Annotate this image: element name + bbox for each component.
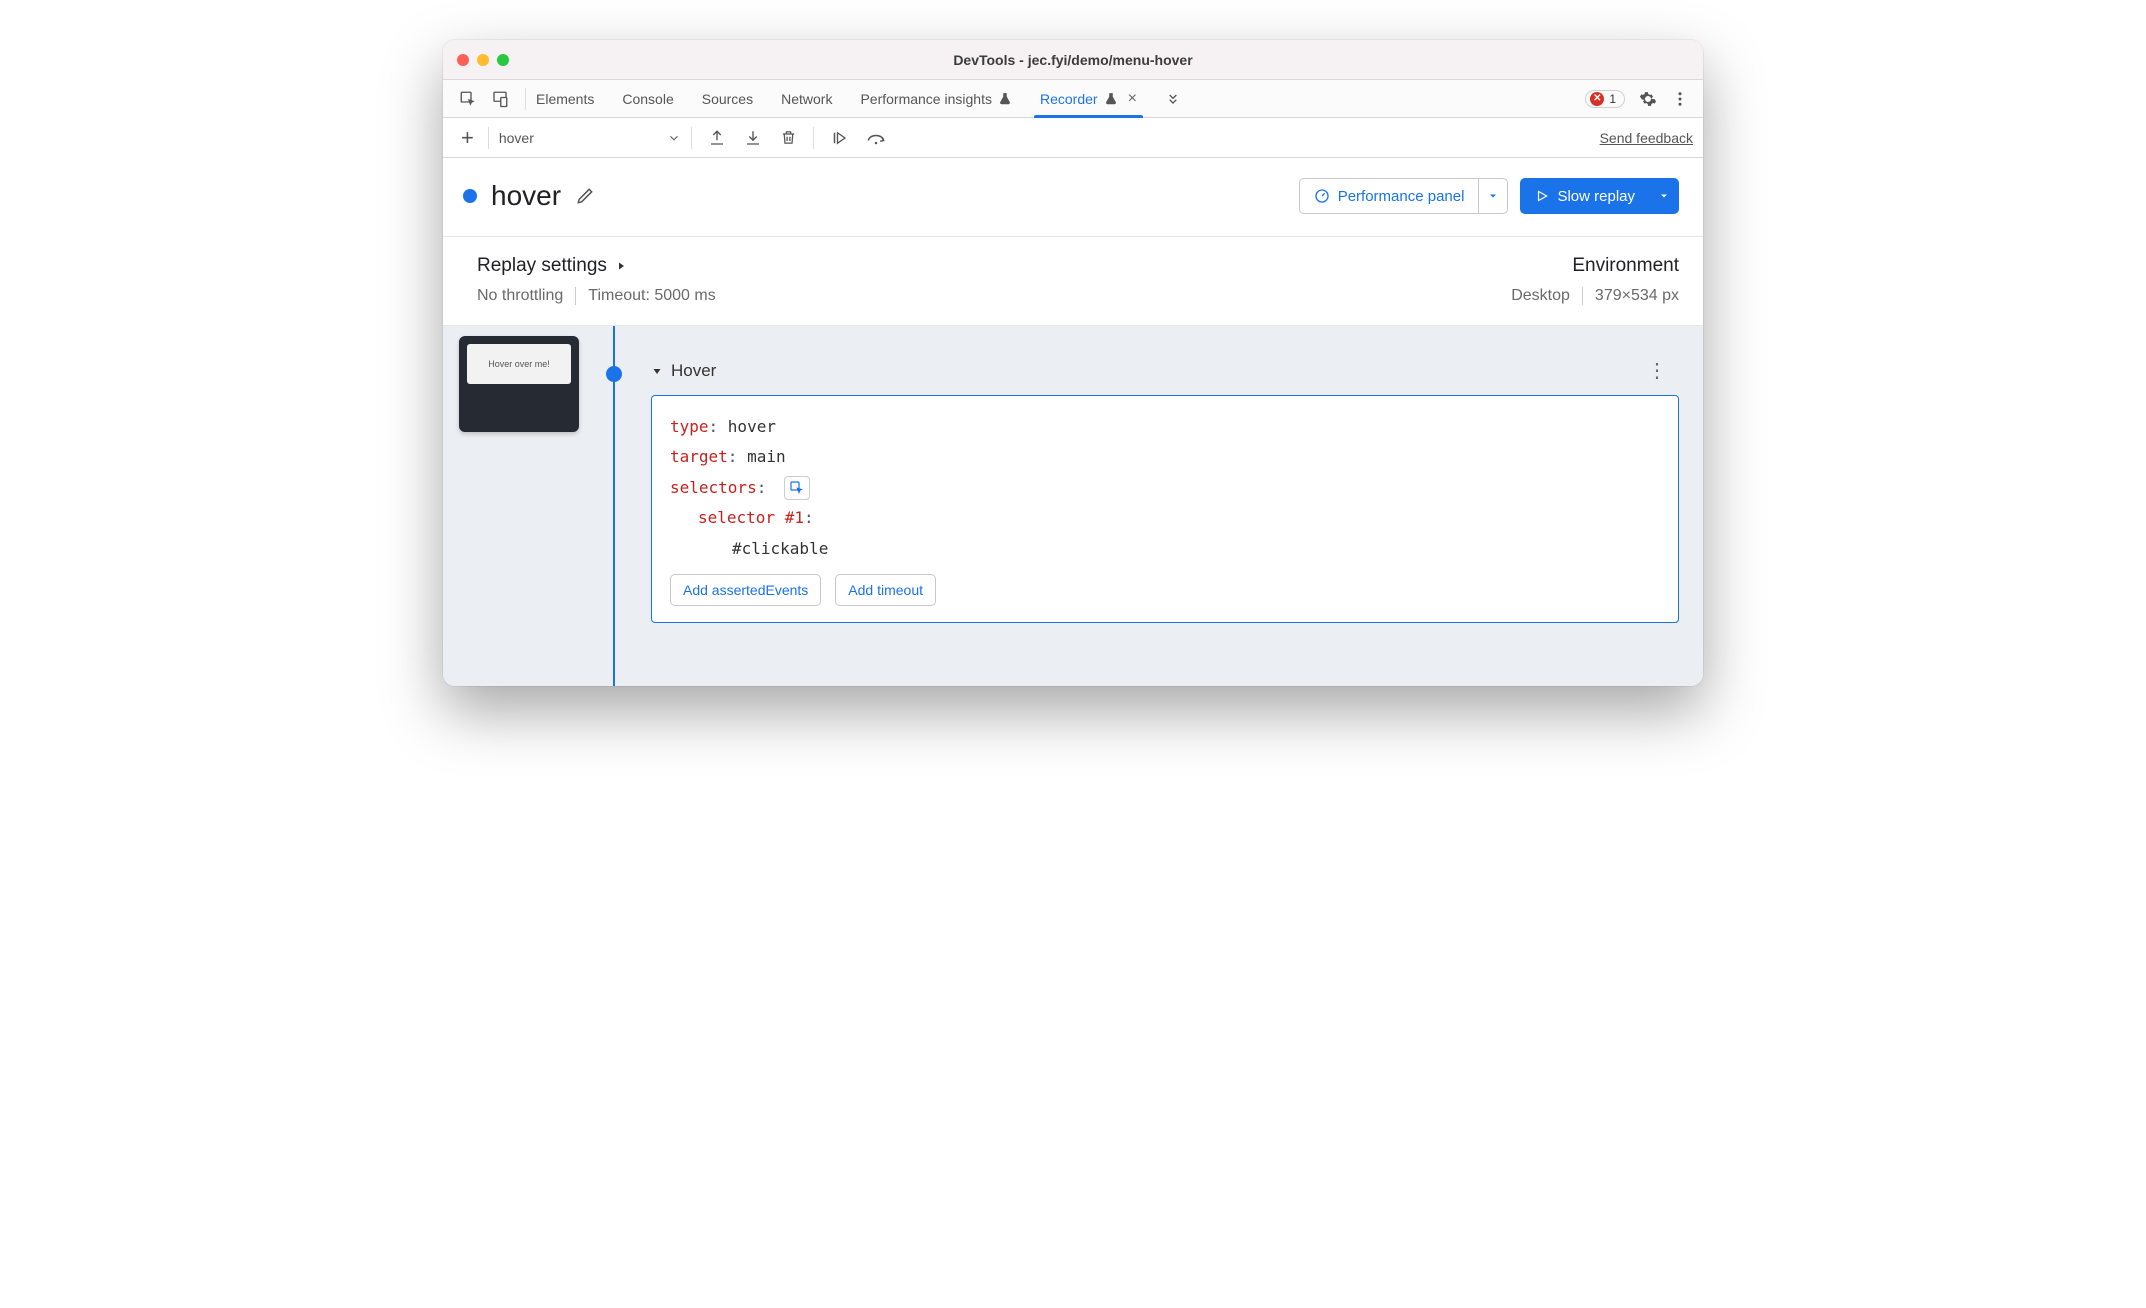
dimensions-value: 379×534 px [1595,287,1679,305]
settings-row: Replay settings No throttling Timeout: 5… [443,237,1703,326]
new-recording-button[interactable]: + [453,125,482,151]
flask-icon [998,92,1012,106]
step-title: Hover [671,361,716,381]
tab-recorder[interactable]: Recorder × [1040,80,1137,117]
replay-button-group: Slow replay [1520,178,1679,214]
devtools-window: DevTools - jec.fyi/demo/menu-hover Eleme… [443,40,1703,686]
button-label: Slow replay [1557,188,1635,205]
tab-label: Sources [702,91,753,107]
export-icon[interactable] [708,129,726,147]
tab-label: Performance insights [860,91,992,107]
add-timeout-button[interactable]: Add timeout [835,574,936,606]
divider [691,127,692,149]
performance-dropdown[interactable] [1478,178,1508,214]
settings-gear-icon[interactable] [1639,90,1657,108]
steps-panel: Hover over me! Hover ⋮ type: hover targe… [443,326,1703,686]
close-tab-icon[interactable]: × [1128,90,1137,108]
replay-dropdown[interactable] [1649,178,1679,214]
timeout-value: Timeout: 5000 ms [588,287,715,305]
timeline-node[interactable] [606,366,622,382]
step-prop-selectors[interactable]: selectors: [670,473,1660,503]
thumbnail-label: Hover over me! [467,344,571,384]
step-block: Hover ⋮ type: hover target: main selecto… [651,326,1679,623]
step-prop-target[interactable]: target: main [670,442,1660,472]
chevron-right-icon [615,260,627,272]
throttling-value: No throttling [477,287,563,305]
tab-label: Network [781,91,832,107]
more-tabs-icon[interactable] [1165,91,1181,107]
divider [1582,287,1583,305]
slow-replay-button[interactable]: Slow replay [1520,178,1649,214]
step-header[interactable]: Hover ⋮ [651,358,1679,383]
delete-icon[interactable] [780,129,797,146]
environment-label: Environment [1572,255,1679,277]
replay-settings-toggle[interactable]: Replay settings [477,255,716,277]
inspect-icon[interactable] [459,90,477,108]
add-asserted-events-button[interactable]: Add assertedEvents [670,574,821,606]
divider [488,127,489,149]
step-kebab-menu[interactable]: ⋮ [1647,358,1679,383]
performance-button-group: Performance panel [1299,178,1509,214]
tab-label: Console [622,91,673,107]
step-selector-1[interactable]: selector #1: [670,503,1660,533]
window-title: DevTools - jec.fyi/demo/menu-hover [443,52,1703,68]
tab-label: Elements [536,91,594,107]
button-label: Performance panel [1338,188,1465,205]
recorder-toolbar: + hover Send feedback [443,118,1703,158]
error-icon: ✕ [1590,92,1604,106]
chevron-down-icon [667,131,681,145]
error-count: 1 [1609,92,1616,106]
play-icon [1535,189,1549,203]
divider [575,287,576,305]
prop-key: target [670,447,728,466]
tab-elements[interactable]: Elements [536,80,594,117]
gauge-icon [1314,188,1330,204]
selector-value[interactable]: #clickable [670,534,1660,564]
send-feedback-link[interactable]: Send feedback [1600,130,1693,146]
import-icon[interactable] [744,129,762,147]
recording-selector[interactable]: hover [495,130,685,146]
device-value: Desktop [1511,287,1570,305]
step-prop-type[interactable]: type: hover [670,412,1660,442]
flask-icon [1104,92,1118,106]
tab-sources[interactable]: Sources [702,80,753,117]
step-details: type: hover target: main selectors: sele… [651,395,1679,623]
tab-label: Recorder [1040,91,1098,107]
prop-key: type [670,417,709,436]
recording-title: hover [491,180,561,212]
step-over-icon[interactable] [866,130,886,146]
recording-header: hover Performance panel Slow replay [443,158,1703,237]
tab-console[interactable]: Console [622,80,673,117]
window-titlebar: DevTools - jec.fyi/demo/menu-hover [443,40,1703,80]
tab-network[interactable]: Network [781,80,832,117]
collapse-triangle-icon [651,365,663,377]
selector-label: selector #1 [698,508,804,527]
tab-performance-insights[interactable]: Performance insights [860,80,1012,117]
step-play-icon[interactable] [830,129,848,147]
element-picker-button[interactable] [784,476,810,500]
panel-tabs: Elements Console Sources Network Perform… [443,80,1703,118]
prop-key: selectors [670,478,757,497]
replay-settings-label: Replay settings [477,255,607,277]
kebab-menu-icon[interactable] [1671,90,1689,108]
edit-title-icon[interactable] [575,186,595,206]
prop-value: hover [728,417,776,436]
error-badge[interactable]: ✕ 1 [1585,90,1625,108]
preview-thumbnail[interactable]: Hover over me! [459,336,579,432]
divider [813,127,814,149]
performance-panel-button[interactable]: Performance panel [1299,178,1479,214]
recording-status-dot [463,189,477,203]
recording-selector-value: hover [499,130,534,146]
prop-value: main [747,447,786,466]
device-toggle-icon[interactable] [491,90,509,108]
